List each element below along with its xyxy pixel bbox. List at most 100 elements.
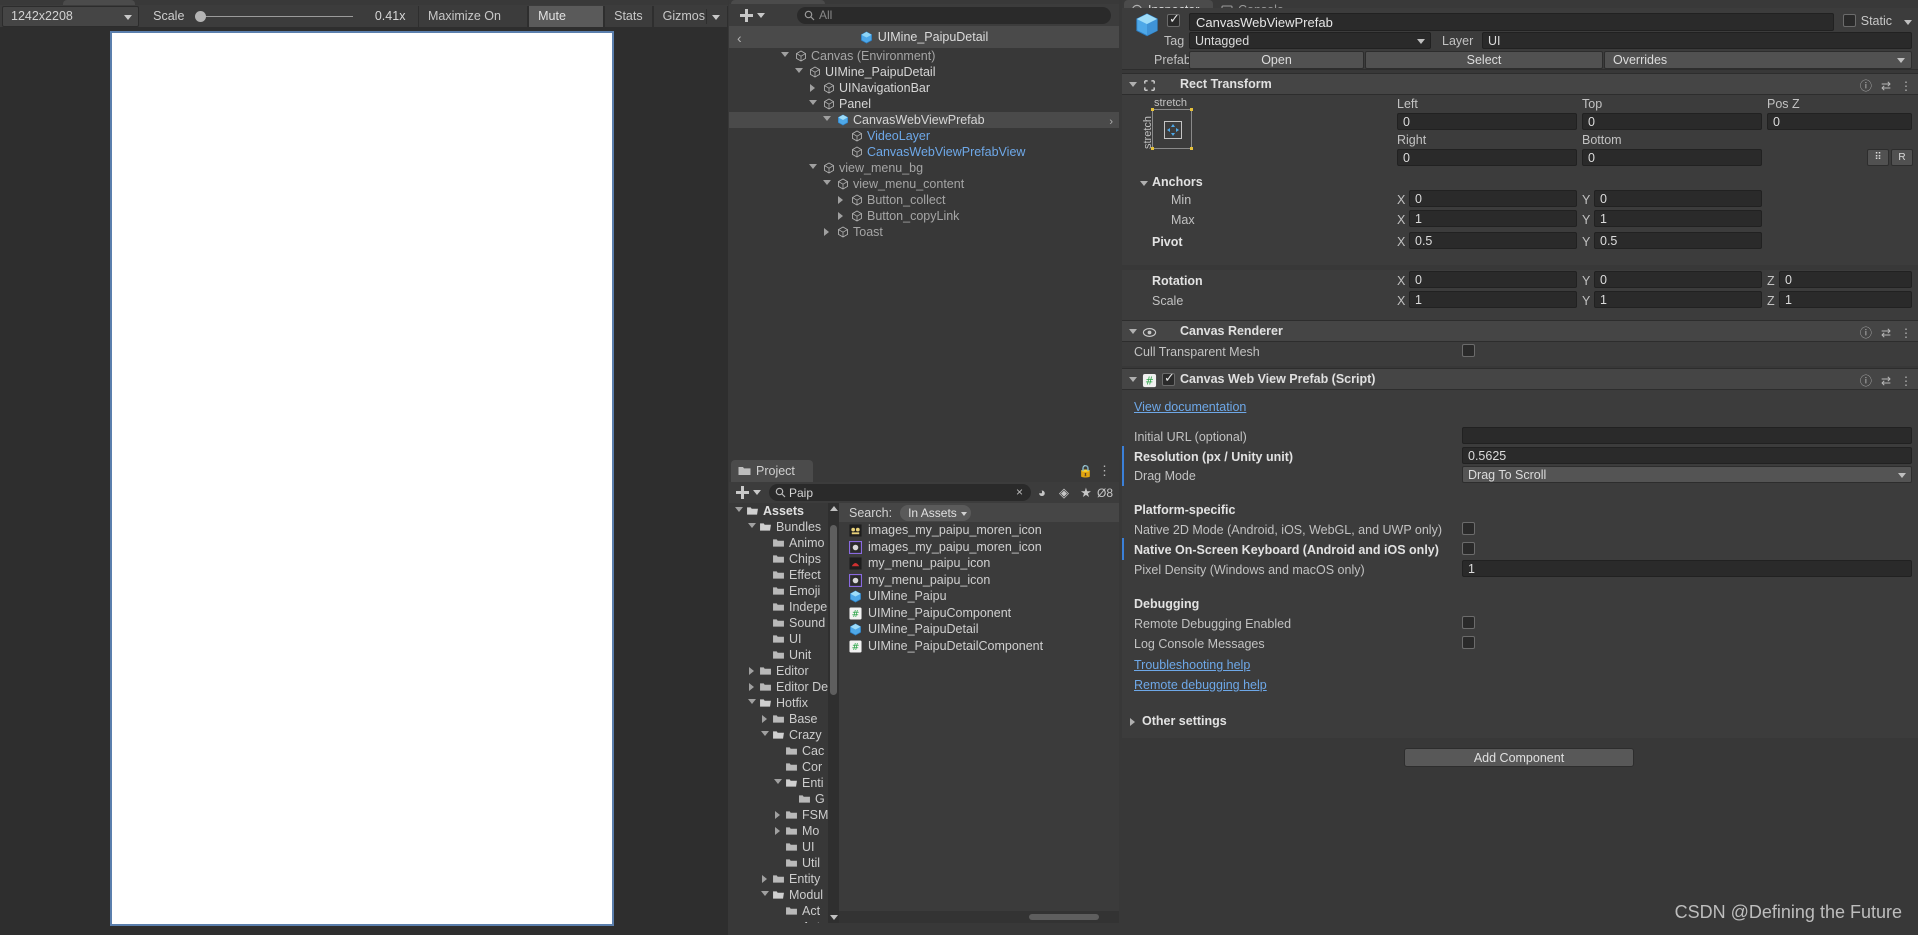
project-folder-ui[interactable]: UI [729,631,839,647]
project-folder-editor-de[interactable]: Editor De [729,679,839,695]
hierarchy-item-view-menu-bg[interactable]: view_menu_bg [729,160,1119,176]
search-scope-dropdown[interactable]: In Assets [900,504,971,521]
hierarchy-item-uimine-paipudetail[interactable]: UIMine_PaipuDetail [729,64,1119,80]
slider-knob[interactable] [195,11,207,22]
hierarchy-item-button-collect[interactable]: Button_collect [729,192,1119,208]
initial-url-field[interactable] [1462,427,1912,444]
foldout-arrow-icon[interactable] [762,875,767,883]
project-folder-bundles[interactable]: Bundles [729,519,839,535]
filter-by-label-icon[interactable]: ◈ [1053,485,1075,501]
drag-mode-dropdown[interactable]: Drag To Scroll [1462,466,1912,483]
hierarchy-item-canvas-environment[interactable]: Canvas (Environment) [729,48,1119,64]
rotation-x-field[interactable]: 0 [1409,271,1577,288]
project-folder-effect[interactable]: Effect [729,567,839,583]
chevron-down-icon[interactable] [1904,20,1912,25]
asset-item[interactable]: # UIMine_PaipuDetailComponent [839,638,1119,655]
component-tools[interactable]: ⓘ ⇄ ⋮ [1860,372,1912,389]
project-folder-crazy[interactable]: Crazy [729,727,839,743]
anchor-preset-button[interactable] [1151,108,1193,150]
mute-audio-button[interactable]: Mute Audio [528,5,605,43]
asset-item[interactable]: my_menu_paipu_icon [839,572,1119,589]
foldout-arrow-icon[interactable] [748,523,756,528]
foldout-arrow-icon[interactable] [823,116,831,121]
maximize-on-play-button[interactable]: Maximize On Play [417,5,529,43]
project-folder-cor[interactable]: Cor [729,759,839,775]
game-canvas-surface[interactable] [110,31,614,926]
foldout-arrow-icon[interactable] [1129,82,1137,87]
project-folder-act[interactable]: Act [729,919,839,923]
kebab-menu-icon[interactable]: ⋮ [1900,374,1912,388]
asset-list-hscrollbar[interactable] [839,911,1119,923]
help-icon[interactable]: ⓘ [1860,372,1872,389]
remote-debugging-help-link[interactable]: Remote debugging help [1134,678,1267,692]
right-field[interactable]: 0 [1397,149,1577,166]
hscrollbar-thumb[interactable] [1029,914,1099,920]
foldout-arrow-icon[interactable] [795,68,803,73]
tag-dropdown[interactable]: Untagged [1189,32,1431,49]
back-icon[interactable]: ‹ [737,30,742,46]
anchor-max-x-field[interactable]: 1 [1409,210,1577,227]
filter-favorites-icon[interactable]: ★ [1075,485,1097,501]
filter-by-type-icon[interactable]: ◕ [1031,485,1053,500]
hierarchy-breadcrumb[interactable]: ‹ UIMine_PaipuDetail [729,26,1119,48]
preset-icon[interactable]: ⇄ [1881,79,1891,93]
native-2d-mode-checkbox[interactable] [1462,522,1475,535]
hierarchy-item-button-copylink[interactable]: Button_copyLink [729,208,1119,224]
resolution-dropdown[interactable]: 1242x2208 [2,5,140,27]
preset-icon[interactable]: ⇄ [1881,326,1891,340]
scale-x-field[interactable]: 1 [1409,291,1577,308]
lock-icon[interactable]: 🔒 [1078,464,1093,478]
rotation-y-field[interactable]: 0 [1594,271,1762,288]
clear-search-icon[interactable]: × [1016,485,1023,499]
hierarchy-item-uinavigationbar[interactable]: UINavigationBar [729,80,1119,96]
hierarchy-item-videolayer[interactable]: VideoLayer [729,128,1119,144]
hierarchy-item-view-menu-content[interactable]: view_menu_content [729,176,1119,192]
troubleshooting-help-link[interactable]: Troubleshooting help [1134,658,1250,672]
project-tree-scrollbar[interactable] [828,503,839,923]
foldout-arrow-icon[interactable] [823,180,831,185]
posz-field[interactable]: 0 [1767,113,1912,130]
asset-item[interactable]: images_my_paipu_moren_icon [839,539,1119,556]
foldout-arrow-icon[interactable] [749,683,754,691]
project-create-button[interactable] [733,483,763,503]
anchor-max-y-field[interactable]: 1 [1594,210,1762,227]
object-name-field[interactable]: CanvasWebViewPrefab [1189,13,1834,31]
log-console-checkbox[interactable] [1462,636,1475,649]
foldout-arrow-icon[interactable] [775,827,780,835]
top-field[interactable]: 0 [1582,113,1762,130]
project-folder-unit[interactable]: Unit [729,647,839,663]
scroll-down-icon[interactable] [830,915,838,920]
gizmos-button[interactable]: Gizmos [652,5,728,27]
foldout-arrow-icon[interactable] [781,52,789,57]
hierarchy-item-panel[interactable]: Panel [729,96,1119,112]
preset-icon[interactable]: ⇄ [1881,374,1891,388]
project-folder-tree[interactable]: Assets Bundles Animo Chips Effect Emoji Indepe… [729,503,839,923]
game-view-render-area[interactable] [0,27,728,935]
view-documentation-link[interactable]: View documentation [1134,400,1246,414]
prefab-open-button[interactable]: Open [1189,51,1364,69]
foldout-arrow-icon[interactable] [824,228,829,236]
project-folder-editor[interactable]: Editor [729,663,839,679]
stats-button[interactable]: Stats [604,5,653,27]
project-folder-sound[interactable]: Sound [729,615,839,631]
anchor-min-x-field[interactable]: 0 [1409,190,1577,207]
component-header-canvas-web-view-prefab[interactable]: # Canvas Web View Prefab (Script) ⓘ ⇄ ⋮ [1122,368,1918,390]
add-component-button[interactable]: Add Component [1404,748,1634,767]
hierarchy-item-canvaswebviewprefab[interactable]: CanvasWebViewPrefab › [729,112,1119,128]
script-enabled-checkbox[interactable] [1162,370,1175,386]
layer-dropdown[interactable]: UI [1482,32,1912,49]
component-header-rect-transform[interactable]: Rect Transform ⓘ ⇄ ⋮ [1122,73,1918,95]
tab-project[interactable]: Project [731,460,813,482]
asset-item[interactable]: my_menu_paipu_icon [839,555,1119,572]
asset-item[interactable]: # UIMine_PaipuComponent [839,605,1119,622]
component-header-canvas-renderer[interactable]: Canvas Renderer ⓘ ⇄ ⋮ [1122,320,1918,342]
help-icon[interactable]: ⓘ [1860,324,1872,341]
native-keyboard-checkbox[interactable] [1462,542,1475,555]
project-folder-indepe[interactable]: Indepe [729,599,839,615]
bottom-field[interactable]: 0 [1582,149,1762,166]
foldout-arrow-icon[interactable] [735,507,743,512]
scrollbar-thumb[interactable] [830,525,837,695]
static-checkbox[interactable] [1843,14,1856,27]
scale-z-field[interactable]: 1 [1779,291,1912,308]
foldout-arrow-icon[interactable] [749,667,754,675]
